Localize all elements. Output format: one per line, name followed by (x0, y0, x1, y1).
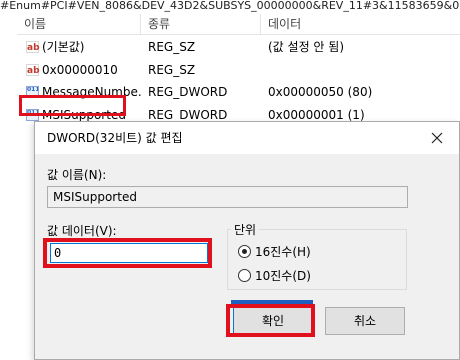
radio-hexadecimal[interactable]: 16진수(H) (238, 243, 311, 260)
value-name-field: MSISupported (47, 186, 408, 208)
value-type: REG_DWORD (148, 107, 228, 122)
value-data: (값 설정 안 됨) (268, 40, 345, 54)
value-name: 0x00000010 (42, 62, 118, 77)
table-row[interactable]: ab 0x00000010 REG_SZ (17, 60, 460, 79)
column-header-data[interactable]: 데이터 (261, 14, 460, 34)
string-value-icon: ab (26, 40, 40, 53)
edit-dword-dialog: DWORD(32비트) 값 편집 값 이름(N): MSISupported 값… (34, 121, 460, 360)
radio-decimal[interactable]: 10진수(D) (238, 267, 311, 284)
ok-button-highlight (226, 304, 315, 337)
radio-hexadecimal-label: 16진수(H) (255, 245, 311, 259)
radio-decimal-label: 10진수(D) (255, 269, 311, 283)
msisupported-highlight (19, 95, 126, 116)
value-data: 0x00000050 (80) (268, 84, 373, 99)
column-header-type[interactable]: 종류 (141, 14, 261, 34)
value-name: (기본값) (42, 40, 85, 54)
value-type: REG_SZ (148, 39, 196, 54)
dialog-titlebar[interactable]: DWORD(32비트) 값 편집 (35, 122, 459, 154)
radio-button-selected[interactable] (238, 245, 251, 258)
value-type: REG_DWORD (148, 84, 228, 99)
value-type: REG_SZ (148, 62, 196, 77)
cancel-button[interactable]: 취소 (325, 307, 405, 335)
list-header: 이름 종류 데이터 (17, 14, 460, 35)
radio-button[interactable] (238, 269, 251, 282)
registry-path: #Enum#PCI#VEN_8086&DEV_43D2&SUBSYS_00000… (0, 0, 460, 12)
tree-pane-edge[interactable] (0, 14, 18, 124)
value-name-label: 값 이름(N): (47, 168, 107, 182)
value-data-highlight (43, 238, 212, 268)
value-data: 0x00000001 (1) (268, 107, 365, 122)
value-data-label: 값 데이터(V): (47, 224, 117, 238)
screen: #Enum#PCI#VEN_8086&DEV_43D2&SUBSYS_00000… (0, 0, 460, 360)
column-header-name[interactable]: 이름 (17, 14, 141, 34)
table-row[interactable]: ab (기본값) REG_SZ (값 설정 안 됨) (17, 37, 460, 56)
string-value-icon: ab (26, 63, 40, 76)
base-group-label: 단위 (231, 221, 260, 238)
dialog-title: DWORD(32비트) 값 편집 (47, 131, 183, 145)
close-icon[interactable] (429, 130, 445, 146)
